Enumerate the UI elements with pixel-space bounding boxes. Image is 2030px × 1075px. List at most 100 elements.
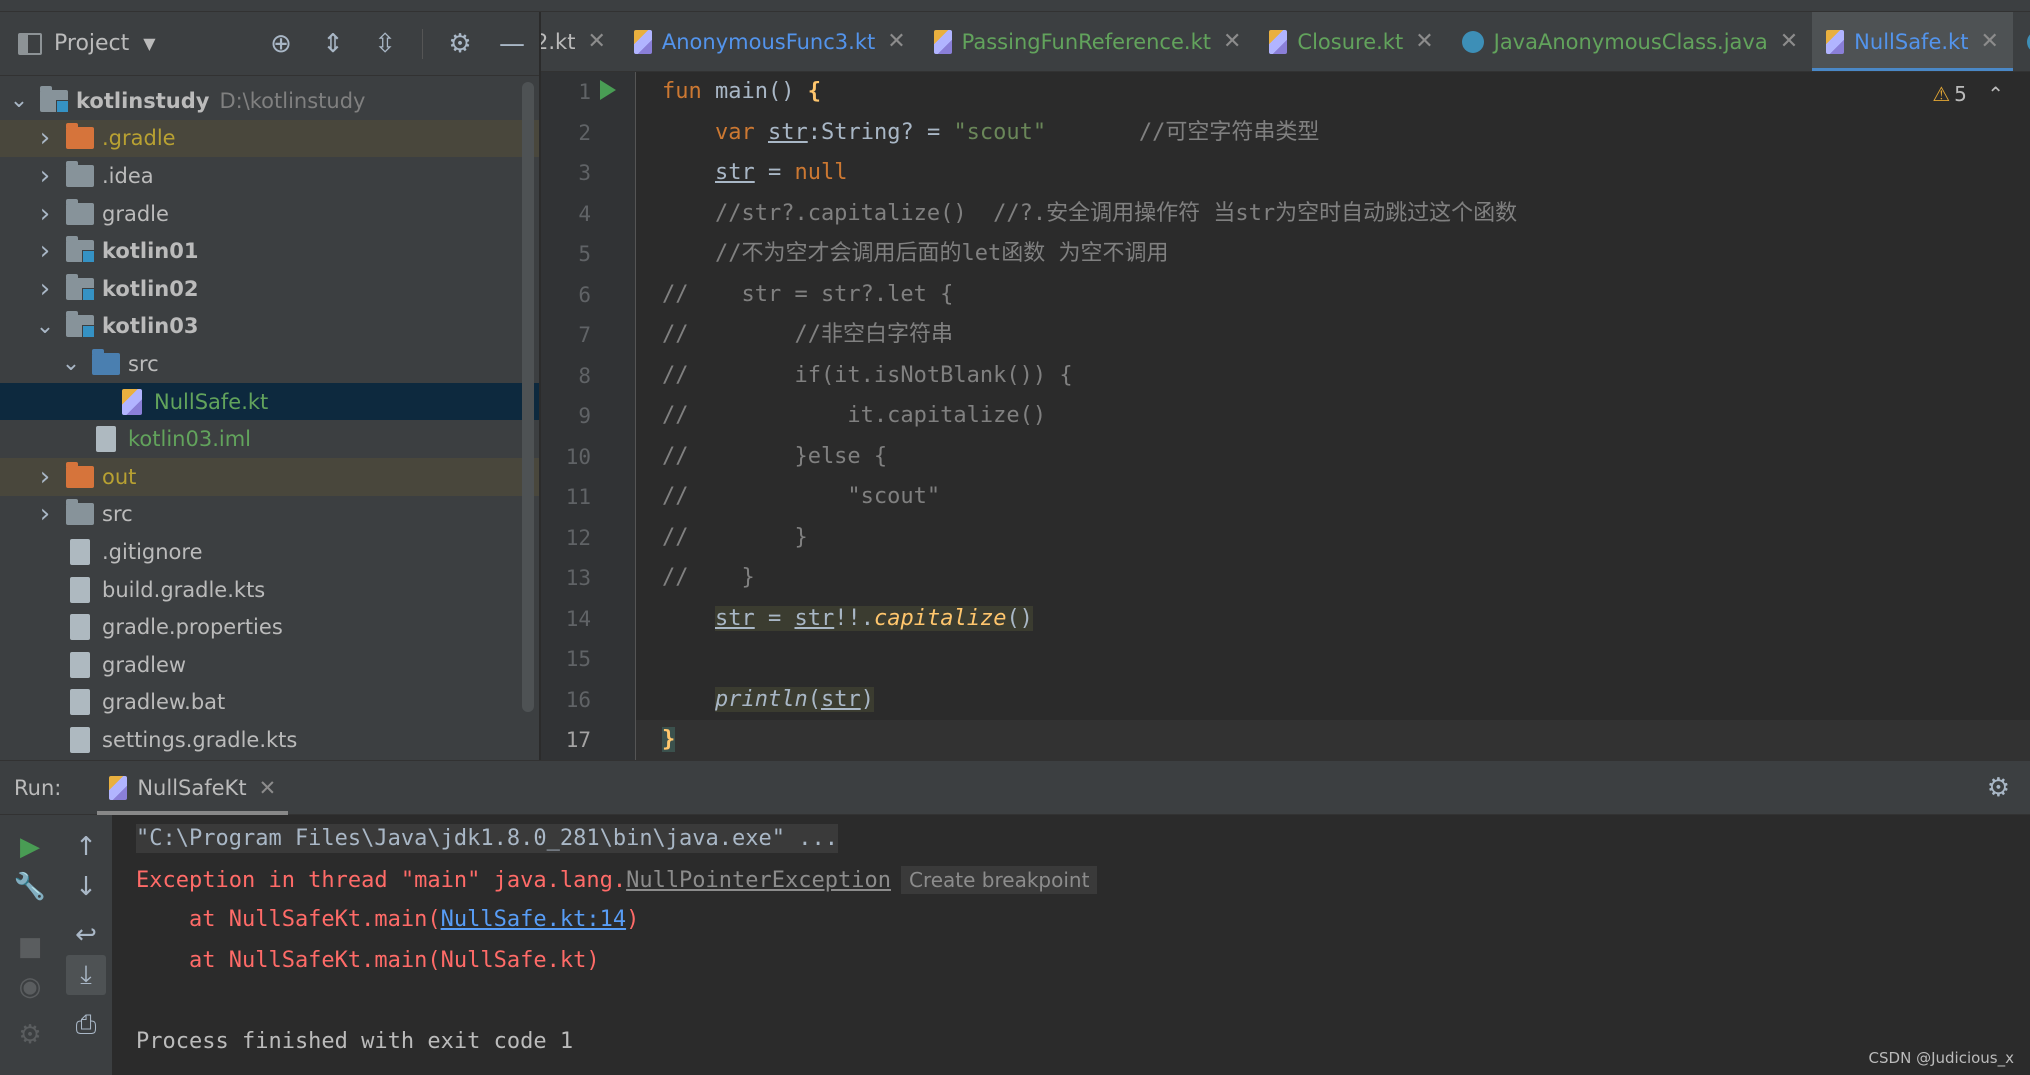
editor-gutter: 1 2 3 4 5 6 7 8 9 10 11 12 13 14 15 16 17 — [541, 72, 636, 760]
expand-all-icon[interactable]: ⇕ — [318, 29, 348, 59]
chevron-right-icon[interactable]: › — [34, 499, 56, 529]
gitignore-file-icon — [70, 538, 90, 565]
editor-tab[interactable]: M — [2013, 12, 2030, 71]
create-breakpoint-button[interactable]: Create breakpoint — [900, 865, 1098, 894]
collapse-all-icon[interactable]: ⇳ — [370, 29, 400, 59]
line-number: 13 — [565, 566, 591, 590]
print-icon[interactable]: ⎙ — [66, 1005, 106, 1045]
scroll-to-end-icon[interactable]: ⤓ — [66, 955, 106, 995]
tree-item[interactable]: › out — [0, 457, 539, 496]
watermark: CSDN @Judicious_x — [1868, 1049, 2014, 1067]
arrow-up-icon[interactable]: ↑ — [66, 827, 106, 867]
editor-tab[interactable]: PassingFunReference.kt ✕ — [920, 12, 1256, 71]
tree-item[interactable]: ›build.gradle.kts — [0, 571, 539, 609]
stop-icon[interactable]: ■ — [10, 927, 50, 967]
module-folder-icon — [66, 311, 95, 339]
rerun-icon[interactable]: ▶ — [10, 827, 50, 867]
console-line: "C:\Program Files\Java\jdk1.8.0_281\bin\… — [136, 819, 2030, 860]
chevron-down-icon[interactable]: ⌄ — [8, 88, 30, 113]
exception-class-link[interactable]: NullPointerException — [626, 868, 891, 893]
editor-tab[interactable]: 2.kt ✕ — [541, 12, 620, 71]
tree-item[interactable]: ⌄ kotlin03 — [0, 308, 539, 346]
soft-wrap-icon[interactable]: ↩ — [66, 915, 106, 955]
module-folder-icon — [40, 85, 69, 113]
tree-item[interactable]: › kotlin02 — [0, 270, 539, 308]
editor-tab[interactable]: AnonymousFunc3.kt ✕ — [620, 12, 920, 71]
code-line: println(str) — [714, 686, 874, 712]
gear-icon[interactable]: ⚙ — [445, 29, 475, 59]
tree-item[interactable]: › kotlin01 — [0, 232, 539, 270]
kotlin-file-icon — [1269, 29, 1288, 54]
chevron-right-icon[interactable]: › — [34, 236, 56, 266]
chevron-right-icon[interactable]: › — [34, 274, 56, 304]
chevron-right-icon[interactable]: › — [34, 123, 56, 153]
line-number: 11 — [565, 485, 591, 509]
tree-item[interactable]: › src — [0, 496, 539, 534]
run-panel-header: Run: NullSafeKt ✕ ⚙ — [0, 761, 2030, 815]
console-line: Exception in thread "main" java.lang.Nul… — [136, 860, 2030, 901]
tree-item[interactable]: ›settings.gradle.kts — [0, 721, 539, 759]
camera-icon[interactable]: ◉ — [10, 967, 50, 1007]
source-link[interactable]: NullSafe.kt:14 — [441, 907, 626, 932]
line-number: 10 — [565, 444, 591, 469]
editor-tab[interactable]: NullSafe.kt ✕ — [1812, 12, 2013, 71]
close-icon[interactable]: ✕ — [1223, 29, 1241, 54]
tree-item[interactable]: › .idea — [0, 157, 539, 195]
java-command: "C:\Program Files\Java\jdk1.8.0_281\bin\… — [136, 824, 838, 853]
run-tab-nullsafekt[interactable]: NullSafeKt ✕ — [97, 761, 289, 815]
tree-item[interactable]: ›.gitignore — [0, 533, 539, 571]
code-line: // it.capitalize() — [662, 403, 1047, 428]
arrow-down-icon[interactable]: ↓ — [66, 867, 106, 907]
console-output[interactable]: "C:\Program Files\Java\jdk1.8.0_281\bin\… — [112, 815, 2030, 1075]
project-view-selector[interactable]: Project — [54, 31, 129, 56]
chevron-down-icon[interactable]: ⌄ — [60, 351, 82, 376]
line-number: 14 — [565, 606, 591, 631]
tree-item[interactable]: ›kotlin03.iml — [0, 420, 539, 458]
editor-tab-label: JavaAnonymousClass.java — [1493, 29, 1768, 54]
script-file-icon — [70, 651, 90, 678]
close-icon[interactable]: ✕ — [587, 29, 605, 54]
settings-icon[interactable]: ⚙ — [10, 1015, 50, 1055]
tree-item[interactable]: ›gradle.properties — [0, 608, 539, 646]
tree-item[interactable]: › gradle — [0, 195, 539, 233]
tree-item-label: gradlew.bat — [102, 690, 226, 715]
chevron-down-icon[interactable]: ▼ — [143, 34, 155, 53]
tree-item-label: kotlin03 — [102, 314, 199, 339]
run-label: Run: — [14, 775, 62, 800]
wrench-icon[interactable]: 🔧 — [10, 867, 50, 907]
chevron-down-icon[interactable]: ⌄ — [34, 314, 56, 339]
close-icon[interactable]: ✕ — [1980, 29, 1998, 54]
close-icon[interactable]: ✕ — [1415, 29, 1433, 54]
kotlin-file-icon — [633, 29, 652, 54]
tree-item[interactable]: ⌄ kotlinstudy D:\kotlinstudy — [0, 82, 539, 120]
gear-icon[interactable]: ⚙ — [1987, 773, 2010, 803]
tree-item[interactable]: ›gradlew — [0, 646, 539, 684]
close-icon[interactable]: ✕ — [259, 776, 277, 800]
excluded-folder-icon — [66, 123, 94, 150]
source-folder-icon — [92, 348, 120, 375]
code-editor[interactable]: ⚠ 5 ⌃ fun main() { var str:String? = "sco… — [636, 72, 2030, 761]
code-line: // "scout" — [662, 484, 941, 509]
project-toolbar: ⊕ ⇕ ⇳ ⚙ — — [266, 12, 527, 76]
close-icon[interactable]: ✕ — [1780, 29, 1798, 54]
line-number: 1 — [578, 80, 591, 104]
editor-tab[interactable]: JavaAnonymousClass.java ✕ — [1448, 12, 1813, 71]
editor-tab[interactable]: Closure.kt ✕ — [1255, 12, 1447, 71]
project-panel-header: Project ▼ ⊕ ⇕ ⇳ ⚙ — — [0, 12, 539, 76]
tree-item[interactable]: ›NullSafe.kt — [0, 382, 539, 421]
close-icon[interactable]: ✕ — [887, 29, 905, 54]
chevron-right-icon[interactable]: › — [34, 199, 56, 229]
tree-item[interactable]: ⌄ src — [0, 345, 539, 383]
line-number: 9 — [578, 404, 591, 428]
hide-panel-icon[interactable]: — — [497, 29, 527, 59]
iml-file-icon — [96, 426, 116, 453]
folder-icon — [66, 198, 94, 225]
run-gutter-icon[interactable] — [600, 80, 616, 100]
project-scrollbar[interactable] — [522, 82, 534, 712]
chevron-right-icon[interactable]: › — [34, 462, 56, 492]
chevron-right-icon[interactable]: › — [34, 161, 56, 191]
locate-icon[interactable]: ⊕ — [266, 29, 296, 59]
tree-item[interactable]: › .gradle — [0, 119, 539, 158]
tree-item[interactable]: ›gradlew.bat — [0, 684, 539, 722]
